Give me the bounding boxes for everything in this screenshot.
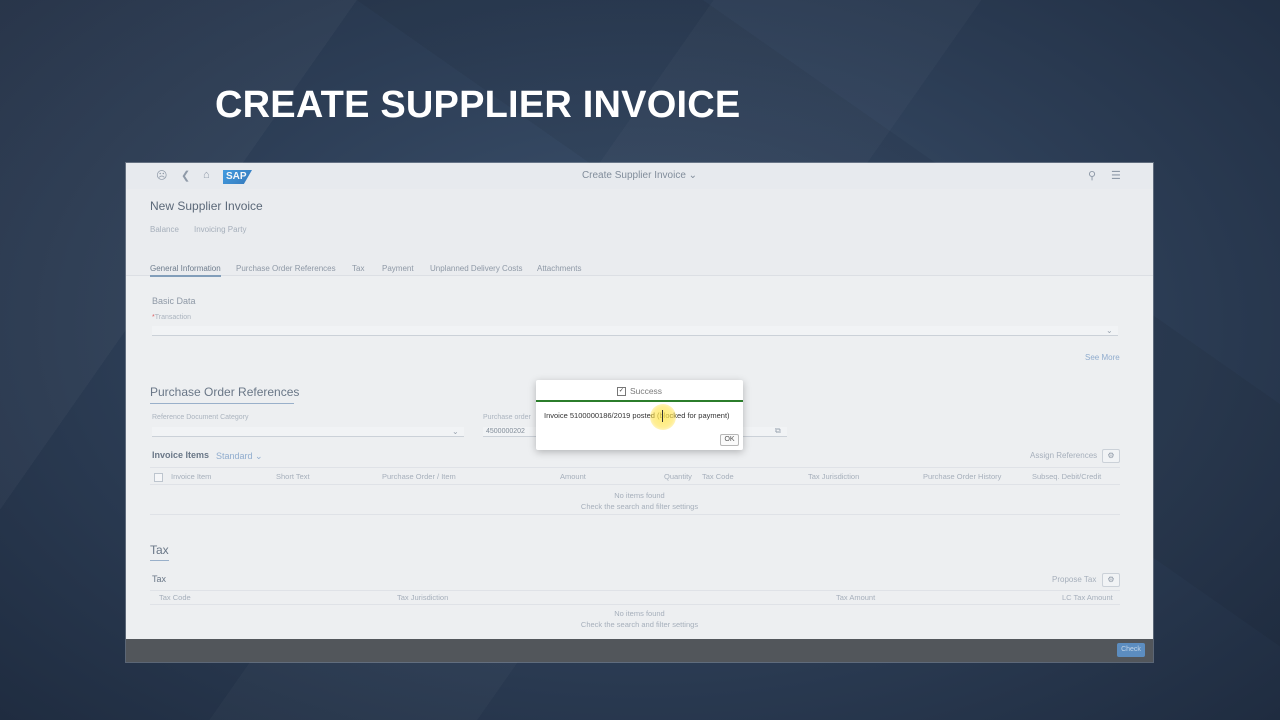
cursor-highlight [650, 404, 676, 430]
ok-button[interactable]: OK [720, 434, 739, 446]
success-dialog: ✓ Success Invoice 5100000186/2019 posted … [536, 380, 743, 450]
dialog-title: Success [629, 386, 663, 396]
dialog-header: ✓ Success [536, 380, 743, 402]
dialog-message: Invoice 5100000186/2019 posted (blocked … [544, 411, 730, 420]
video-title: CREATE SUPPLIER INVOICE [215, 84, 741, 126]
text-cursor-icon [662, 410, 663, 422]
success-check-icon: ✓ [616, 387, 626, 397]
